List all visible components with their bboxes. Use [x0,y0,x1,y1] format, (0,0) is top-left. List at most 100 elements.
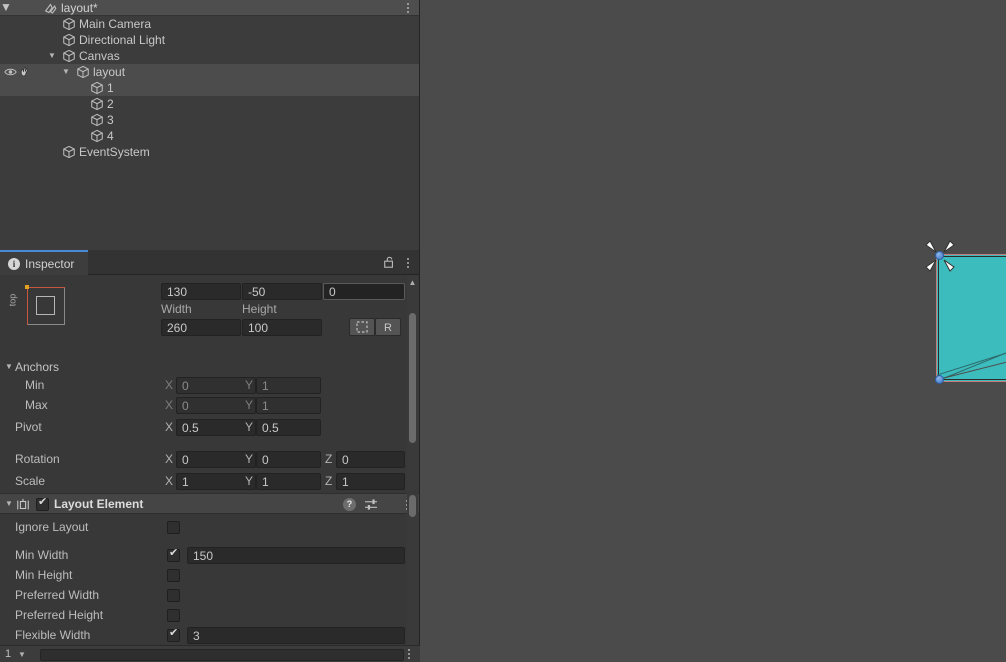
pickability-hand-icon[interactable] [19,66,31,78]
layout-element-foldout[interactable]: ▼ [5,496,13,512]
anchor-preset-label: top [7,293,18,307]
help-question-icon[interactable]: ? [343,498,356,511]
anchor-preset-widget[interactable]: top [7,285,65,329]
scene-root-foldout[interactable]: ▼ [0,0,12,14]
hierarchy-item-main-camera[interactable]: Main Camera [0,16,419,32]
hierarchy-item-canvas[interactable]: ▼ Canvas [0,48,419,64]
hierarchy-panel[interactable]: ▼ layout* Main Camera Directional Light ▼ C… [0,0,420,250]
axis-x-label: X [165,398,174,412]
hierarchy-item-1[interactable]: 1 [0,80,419,96]
width-field[interactable]: 260 [161,319,241,336]
scale-x-field[interactable]: 1 [176,473,256,490]
visibility-toggles[interactable] [0,64,34,80]
anchor-min-label: Min [25,378,45,392]
height-field[interactable]: 100 [242,319,322,336]
hierarchy-item-eventsystem[interactable]: EventSystem [0,144,419,160]
gameobject-cube-icon [62,33,76,47]
axis-y-label: Y [245,420,254,434]
hierarchy-item-label: Canvas [79,49,120,63]
axis-x-label: X [165,452,174,466]
rotation-x-field[interactable]: 0 [176,451,256,468]
scale-label: Scale [15,474,46,488]
anchor-max-x-field[interactable]: 0 [176,397,256,414]
hierarchy-item-label: Directional Light [79,33,166,47]
scrollbar-thumb[interactable] [409,495,416,517]
width-label: Width [161,302,192,316]
pos-z-field[interactable]: 0 [323,283,405,300]
axis-y-label: Y [245,398,254,412]
layout-element-header[interactable]: ▼ Layout Element ? [0,493,419,514]
inspector-scrollbar-lower[interactable] [407,493,418,662]
pivot-x-field[interactable]: 0.5 [176,419,256,436]
hierarchy-item-4[interactable]: 4 [0,128,419,144]
property-label-preferred-height: Preferred Height [15,608,104,622]
pos-y-field[interactable]: -50 [242,283,322,300]
anchor-max-y-field[interactable]: 1 [256,397,321,414]
kebab-menu-icon[interactable] [403,250,413,275]
preset-sliders-icon[interactable] [365,499,378,511]
hierarchy-item-layout[interactable]: ▼ layout [0,64,419,80]
inspector-scrollbar-upper[interactable] [407,275,418,491]
group-guide-line [935,361,1006,381]
eye-visibility-icon[interactable] [4,67,17,77]
property-checkbox-min-height[interactable] [167,569,180,582]
info-icon: i [8,257,20,270]
hierarchy-list[interactable]: Main Camera Directional Light ▼ Canvas ▼ layo… [0,16,419,160]
scrollbar-thumb[interactable] [409,313,416,443]
gameobject-cube-icon [90,81,104,95]
anchors-foldout[interactable]: ▼ [5,359,13,375]
property-field-flexible-width[interactable]: 3 [187,627,405,644]
hierarchy-toolbar: ▼ layout* [0,0,419,16]
hierarchy-foldout[interactable]: ▼ [60,64,72,80]
axis-y-label: Y [245,452,254,466]
axis-y-label: Y [245,378,254,392]
status-bar[interactable]: 1 ▼ [0,645,420,662]
anchor-gizmo[interactable] [923,239,957,273]
anchor-guide-vertical [27,287,28,325]
padlock-unlocked-icon[interactable] [383,256,395,269]
pivot-label: Pivot [15,420,42,434]
scale-z-field[interactable]: 1 [336,473,405,490]
layout-element-enabled-checkbox[interactable] [36,496,49,511]
hierarchy-item-2[interactable]: 2 [0,96,419,112]
hierarchy-item-label: 1 [107,81,114,95]
property-field-min-width[interactable]: 150 [187,547,405,564]
property-checkbox-ignore-layout[interactable] [167,521,180,534]
gameobject-cube-icon [62,17,76,31]
chevron-down-icon[interactable]: ▼ [18,646,26,662]
inspector-panel[interactable]: i Inspector top 130 -50 0 Width Height 2… [0,250,420,662]
scene-view[interactable] [420,0,1006,662]
hierarchy-item-label: 2 [107,97,114,111]
hierarchy-item-3[interactable]: 3 [0,112,419,128]
pos-x-field[interactable]: 130 [161,283,241,300]
axis-x-label: X [165,378,174,392]
scale-y-field[interactable]: 1 [256,473,321,490]
property-checkbox-preferred-width[interactable] [167,589,180,602]
raw-edit-mode-button[interactable]: R [375,318,401,336]
resize-handle-bottom-left[interactable] [935,375,944,384]
hierarchy-item-directional-light[interactable]: Directional Light [0,32,419,48]
kebab-menu-icon[interactable] [404,646,414,662]
blueprint-mode-button[interactable] [349,318,375,336]
height-label: Height [242,302,277,316]
axis-x-label: X [165,420,174,434]
status-field[interactable] [40,649,404,661]
hierarchy-item-label: EventSystem [79,145,150,159]
tab-inspector[interactable]: i Inspector [0,250,88,275]
anchor-min-x-field[interactable]: 0 [176,377,256,394]
inspector-tab-label: Inspector [25,256,75,271]
hierarchy-foldout[interactable]: ▼ [46,48,58,64]
rotation-y-field[interactable]: 0 [256,451,321,468]
anchor-min-y-field[interactable]: 1 [256,377,321,394]
layout-element-icon [17,498,29,510]
hierarchy-item-label: 4 [107,129,114,143]
pivot-y-field[interactable]: 0.5 [256,419,321,436]
property-checkbox-flexible-width[interactable] [167,627,180,642]
inspector-body[interactable]: top 130 -50 0 Width Height 260 100 R ▼ A… [0,275,419,662]
scroll-up-arrow[interactable]: ▲ [408,278,417,287]
property-checkbox-preferred-height[interactable] [167,609,180,622]
kebab-menu-icon[interactable] [403,0,413,16]
rotation-z-field[interactable]: 0 [336,451,405,468]
anchor-guide-horizontal [27,287,65,288]
property-checkbox-min-width[interactable] [167,547,180,562]
